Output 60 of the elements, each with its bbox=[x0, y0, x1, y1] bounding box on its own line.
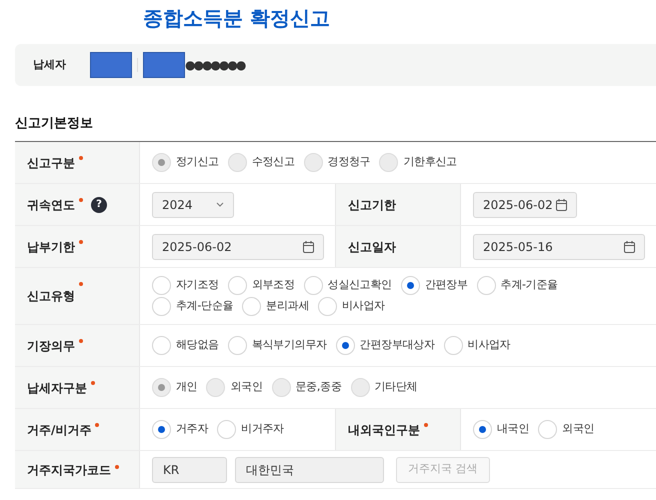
field-label: 납부기한 bbox=[27, 238, 75, 256]
radio-button[interactable] bbox=[228, 276, 247, 295]
field-label: 거주지국가코드 bbox=[27, 462, 111, 478]
radio-button[interactable] bbox=[473, 420, 492, 439]
radio-button[interactable] bbox=[304, 276, 323, 295]
country-code-field[interactable]: KR bbox=[152, 456, 227, 482]
field-label: 거주/비거주 bbox=[27, 422, 92, 438]
radio-button[interactable] bbox=[217, 420, 236, 439]
radio-button[interactable] bbox=[318, 297, 337, 316]
field-label: 납세자구분 bbox=[27, 380, 87, 396]
radio-option[interactable]: 간편장부대상자 bbox=[336, 336, 435, 355]
radio-option[interactable]: 비사업자 bbox=[318, 297, 385, 316]
help-icon[interactable]: ? bbox=[91, 196, 107, 212]
field-label: 신고일자 bbox=[348, 238, 396, 256]
masked-id-text: ●●●●●●● bbox=[185, 57, 244, 74]
radio-option[interactable]: 분리과세 bbox=[242, 297, 309, 316]
calendar-icon[interactable] bbox=[556, 198, 567, 210]
radio-option[interactable]: 비사업자 bbox=[444, 336, 510, 355]
radio-button[interactable] bbox=[444, 336, 463, 355]
field-label: 신고유형 bbox=[27, 288, 75, 305]
country-name-field[interactable]: 대한민국 bbox=[235, 456, 384, 482]
radio-option[interactable]: 복식부기의무자 bbox=[228, 336, 327, 355]
radio-button[interactable] bbox=[242, 297, 262, 316]
section-title: 신고기본정보 bbox=[15, 115, 94, 133]
masked-block bbox=[90, 52, 132, 78]
radio-button[interactable] bbox=[538, 420, 558, 439]
radio-button[interactable] bbox=[152, 336, 171, 355]
field-label: 귀속연도 bbox=[27, 196, 75, 214]
radio-button[interactable] bbox=[400, 276, 420, 295]
field-label: 신고구분 bbox=[27, 154, 75, 172]
page-title: 종합소득분 확정신고 bbox=[143, 5, 331, 32]
radio-option[interactable]: 성실신고확인 bbox=[304, 276, 392, 295]
radio-button[interactable] bbox=[476, 276, 496, 295]
masked-block bbox=[143, 52, 185, 78]
radio-option[interactable]: 내국인 bbox=[473, 420, 530, 439]
field-label: 신고기한 bbox=[348, 196, 396, 214]
calendar-icon[interactable] bbox=[303, 240, 314, 252]
taxpayer-label: 납세자 bbox=[33, 56, 67, 73]
radio-option[interactable]: 비거주자 bbox=[217, 420, 284, 439]
radio-option[interactable]: 해당없음 bbox=[152, 336, 219, 355]
radio-button[interactable] bbox=[152, 420, 171, 439]
radio-option[interactable]: 자기조정 bbox=[152, 276, 219, 295]
radio-option[interactable]: 외부조정 bbox=[228, 276, 295, 295]
radio-option[interactable]: 외국인 bbox=[538, 420, 594, 439]
date-field[interactable]: 2025-06-02 bbox=[152, 234, 324, 260]
date-field[interactable]: 2025-06-02 bbox=[473, 192, 577, 218]
radio-option[interactable]: 간편장부 bbox=[400, 276, 468, 295]
date-field[interactable]: 2025-05-16 bbox=[473, 234, 645, 260]
calendar-icon[interactable] bbox=[624, 240, 635, 252]
year-select[interactable]: 2024 bbox=[152, 192, 234, 218]
radio-option[interactable]: 거주자 bbox=[152, 420, 208, 439]
field-label: 기장의무 bbox=[27, 338, 75, 354]
radio-button[interactable] bbox=[336, 336, 355, 355]
radio-option[interactable]: 추계-단순율 bbox=[152, 297, 234, 316]
field-label: 내외국인구분 bbox=[348, 422, 420, 438]
radio-button[interactable] bbox=[152, 276, 171, 295]
radio-button[interactable] bbox=[152, 297, 171, 316]
radio-button[interactable] bbox=[228, 336, 247, 355]
chevron-down-icon bbox=[216, 202, 224, 207]
radio-option[interactable]: 추계-기준율 bbox=[476, 276, 558, 295]
